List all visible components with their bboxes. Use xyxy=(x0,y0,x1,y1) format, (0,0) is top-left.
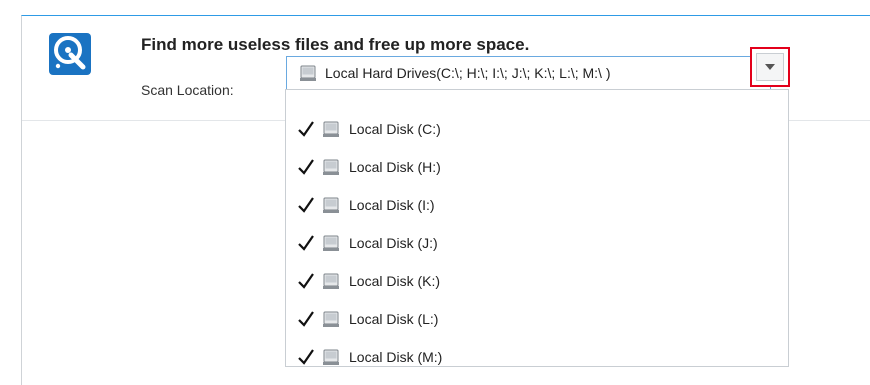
list-item-i[interactable]: Local Disk (I:) xyxy=(286,186,435,224)
list-item-k[interactable]: Local Disk (K:) xyxy=(286,262,440,300)
drive-dropdown-list: Local Disk (C:) Local Disk (H:) Local Di… xyxy=(285,89,789,367)
disk-cleanup-app-icon xyxy=(49,33,91,75)
check-icon[interactable] xyxy=(296,233,316,253)
list-item-l[interactable]: Local Disk (L:) xyxy=(286,300,438,338)
dropdown-button[interactable] xyxy=(750,47,790,87)
check-icon[interactable] xyxy=(296,119,316,139)
scan-location-value: Local Hard Drives(C:\; H:\; I:\; J:\; K:… xyxy=(325,65,611,81)
dropdown-button-face[interactable] xyxy=(756,53,784,81)
check-icon[interactable] xyxy=(296,347,316,367)
hard-drive-icon xyxy=(322,310,340,328)
list-item-label: Local Disk (H:) xyxy=(349,159,441,175)
hard-drive-icon xyxy=(322,120,340,138)
list-item-h[interactable]: Local Disk (H:) xyxy=(286,148,441,186)
hard-drive-icon xyxy=(322,348,340,366)
list-item-label: Local Disk (C:) xyxy=(349,121,441,137)
hard-drive-icon xyxy=(322,196,340,214)
hard-drive-icon xyxy=(322,234,340,252)
list-item-m[interactable]: Local Disk (M:) xyxy=(286,338,442,376)
hard-drive-icon xyxy=(299,64,317,82)
list-item-label: Local Disk (K:) xyxy=(349,273,441,289)
chevron-down-icon xyxy=(765,64,775,70)
page-title: Find more useless files and free up more… xyxy=(141,35,530,54)
scan-location-label: Scan Location: xyxy=(141,82,234,98)
check-icon[interactable] xyxy=(296,271,316,291)
list-item-j[interactable]: Local Disk (J:) xyxy=(286,224,438,262)
list-item-label: Local Disk (I:) xyxy=(349,197,435,213)
list-item-label: Local Disk (J:) xyxy=(349,235,438,251)
check-icon[interactable] xyxy=(296,309,316,329)
scan-location-combobox[interactable]: Local Hard Drives(C:\; H:\; I:\; J:\; K:… xyxy=(286,56,771,90)
list-item-label: Local Disk (M:) xyxy=(349,349,443,365)
check-icon[interactable] xyxy=(296,157,316,177)
hard-drive-icon xyxy=(322,158,340,176)
list-item-c[interactable]: Local Disk (C:) xyxy=(286,110,441,148)
list-item-label: Local Disk (L:) xyxy=(349,311,439,327)
hard-drive-icon xyxy=(322,272,340,290)
check-icon[interactable] xyxy=(296,195,316,215)
